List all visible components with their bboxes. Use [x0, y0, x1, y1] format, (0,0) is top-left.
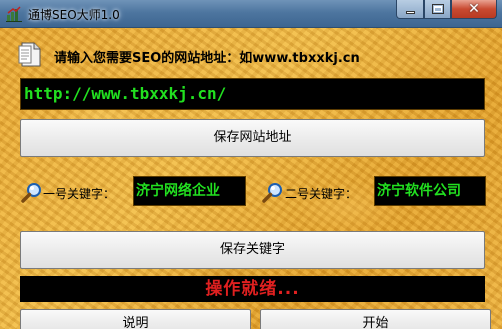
search-icon: [21, 183, 41, 203]
website-url-input[interactable]: http://www.tbxxkj.cn/: [20, 78, 485, 110]
search-icon: [262, 183, 282, 203]
status-display: 操作就绪...: [20, 276, 485, 302]
main-panel: 请输入您需要SEO的网站地址：如www.tbxxkj.cn http://www…: [0, 28, 502, 329]
maximize-button[interactable]: [424, 0, 451, 19]
help-button[interactable]: 说明: [20, 309, 251, 329]
keyword-2-label: 二号关键字：: [285, 187, 358, 201]
window-title: 通博SEO大师1.0: [28, 8, 120, 22]
save-url-button[interactable]: 保存网站地址: [20, 119, 485, 157]
keyword-1-label: 一号关键字：: [43, 187, 116, 201]
keyword-1-input[interactable]: 济宁网络企业: [133, 176, 246, 206]
app-window: 通博SEO大师1.0 ✕ 请输入您需要SEO的网站地址：如www.tbxxkj.…: [0, 0, 502, 329]
save-keywords-button[interactable]: 保存关键字: [20, 231, 485, 269]
maximize-icon: [432, 4, 444, 14]
document-icon: [18, 42, 41, 67]
minimize-button[interactable]: [396, 0, 424, 19]
close-icon: ✕: [468, 1, 480, 17]
keyword-2-input[interactable]: 济宁软件公司: [374, 176, 486, 206]
url-prompt-label: 请输入您需要SEO的网站地址：如www.tbxxkj.cn: [54, 51, 360, 66]
minimize-icon: [406, 11, 415, 14]
title-bar[interactable]: 通博SEO大师1.0 ✕: [0, 0, 502, 28]
close-button[interactable]: ✕: [451, 0, 497, 19]
app-icon: [6, 6, 22, 22]
start-button[interactable]: 开始: [260, 309, 491, 329]
